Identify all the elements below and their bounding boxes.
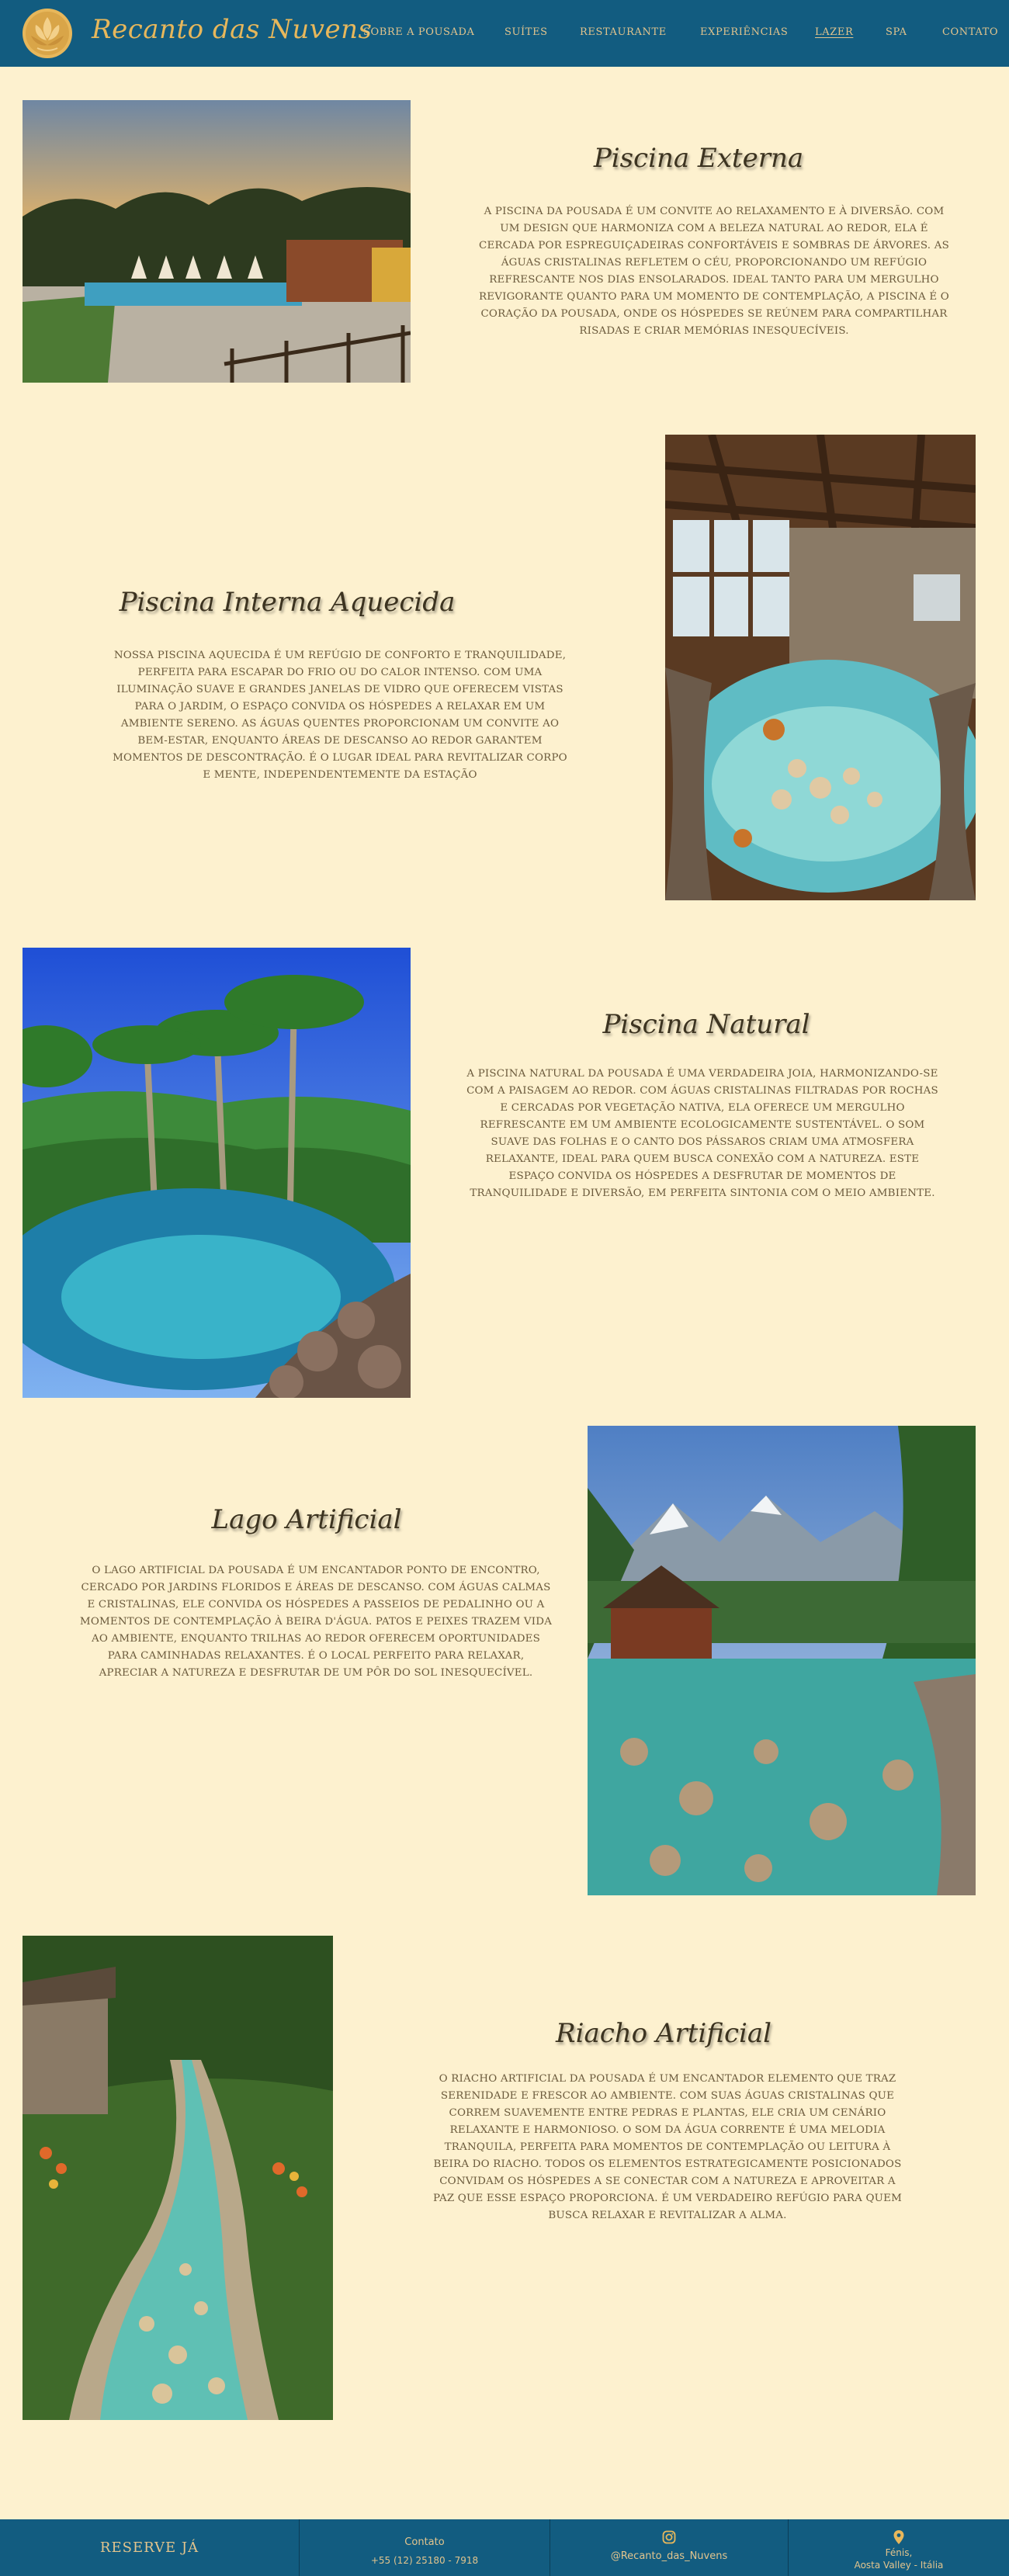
section-text-piscina-interna: Nossa piscina aquecida é um refúgio de c… — [113, 650, 567, 781]
section-text-piscina-natural: A piscina natural da pousada é uma verda… — [466, 1068, 938, 1199]
instagram-icon[interactable] — [662, 2530, 676, 2544]
section-text-piscina-externa: A piscina da pousada é um convite ao rel… — [478, 206, 949, 337]
natural-pool-photo — [23, 948, 411, 1398]
outdoor-pool-photo — [23, 100, 411, 383]
section-title-piscina-natural: Piscina Natural — [602, 1009, 810, 1040]
section-title-lago-artificial: Lago Artificial — [211, 1504, 402, 1535]
nav-suites[interactable]: Suítes — [504, 26, 548, 38]
nav-contato[interactable]: Contato — [942, 26, 998, 38]
nav-sobre-a-pousada[interactable]: Sobre a Pousada — [363, 26, 475, 38]
section-text-lago-artificial: O lago artificial da pousada é um encant… — [79, 1565, 553, 1679]
artificial-lake-photo — [588, 1426, 976, 1895]
nav-restaurante[interactable]: Restaurante — [580, 26, 667, 38]
location-pin-icon[interactable] — [893, 2530, 904, 2544]
location-city: Fénis, — [885, 2547, 913, 2558]
contact-label: Contato — [404, 2536, 445, 2548]
instagram-handle[interactable]: @Recanto_das_Nuvens — [550, 2550, 788, 2562]
footer-instagram: @Recanto_das_Nuvens — [550, 2519, 788, 2576]
contact-phone[interactable]: +55 (12) 25180 - 7918 — [300, 2555, 550, 2566]
footer-location: Fénis, Aosta Valley - Itália — [789, 2519, 1009, 2576]
nav-lazer[interactable]: Lazer — [815, 26, 853, 38]
section-title-riacho-artificial: Riacho Artificial — [555, 2018, 772, 2049]
section-title-piscina-externa: Piscina Externa — [593, 143, 804, 174]
footer-contact: Contato +55 (12) 25180 - 7918 — [300, 2519, 550, 2576]
artificial-creek-photo — [23, 1936, 333, 2420]
nav-spa[interactable]: Spa — [886, 26, 907, 38]
section-text-riacho-artificial: O riacho artificial da pousada é um enca… — [432, 2073, 903, 2221]
nav-experiencias[interactable]: Experiências — [700, 26, 788, 38]
site-footer: RESERVE JÁ Contato +55 (12) 25180 - 7918… — [0, 2519, 1009, 2576]
site-header: Recanto das Nuvens Sobre a Pousada Suíte… — [0, 0, 1009, 67]
indoor-pool-photo — [665, 435, 976, 900]
reserve-button[interactable]: RESERVE JÁ — [0, 2519, 299, 2576]
section-title-piscina-interna: Piscina Interna Aquecida — [119, 587, 456, 618]
location-region: Aosta Valley - Itália — [854, 2560, 944, 2571]
main-nav: Sobre a Pousada Suítes Restaurante Exper… — [0, 26, 1009, 42]
